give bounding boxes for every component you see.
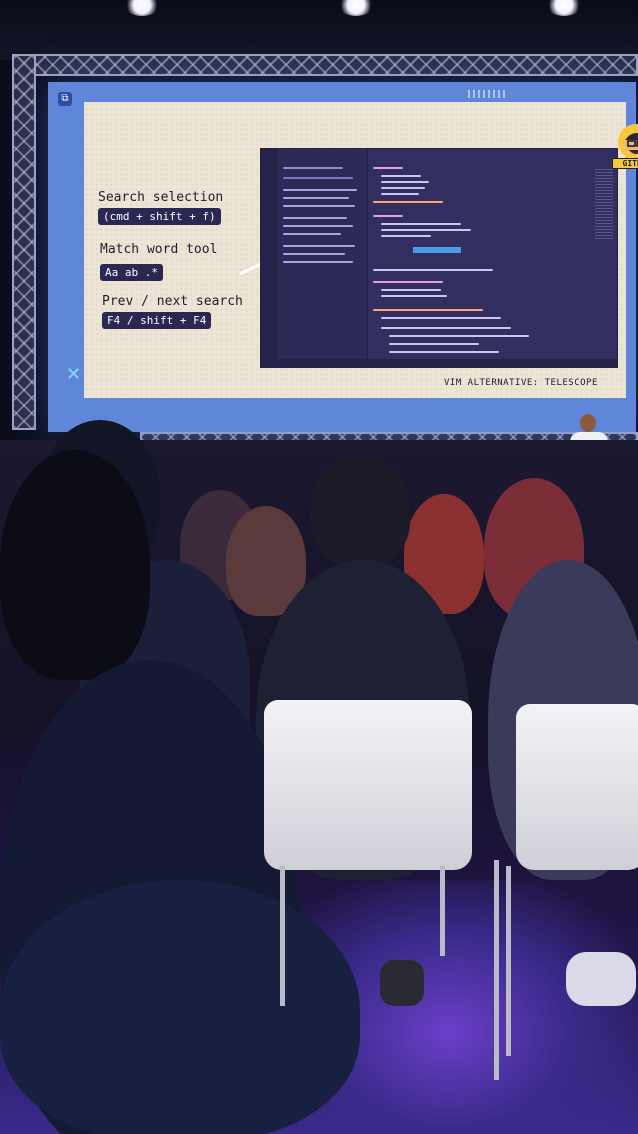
chair-leg <box>506 866 511 1056</box>
prev-next-keys: F4 / shift + F4 <box>102 312 212 329</box>
close-x-icon: ✕ <box>66 364 82 385</box>
shoe <box>380 960 424 1006</box>
chair-back <box>516 704 638 870</box>
screen-logo-icon: ⧉ <box>58 92 72 106</box>
projection-screen: ⧉ ✕ Search selection (cmd + shift + f) M… <box>48 82 638 432</box>
search-highlight <box>413 247 461 253</box>
editor-code <box>369 157 589 357</box>
slide: Search selection (cmd + shift + f) Match… <box>84 102 638 398</box>
audience-member-head <box>0 450 150 680</box>
audience-member-foreground <box>0 880 360 1134</box>
stage-light <box>546 0 582 16</box>
chair-back <box>264 700 472 870</box>
chair-leg <box>280 866 285 1006</box>
screen-dots <box>468 90 508 98</box>
stage-light <box>338 0 374 16</box>
search-selection-label: Search selection <box>98 190 224 205</box>
editor-window <box>260 148 618 368</box>
match-word-icons: Aa ab .* <box>100 264 163 281</box>
ceiling <box>0 0 638 60</box>
gitbar-avatar-icon <box>618 124 638 160</box>
search-selection-keys: (cmd + shift + f) <box>98 208 221 225</box>
conference-scene: ⧉ ✕ Search selection (cmd + shift + f) M… <box>0 0 638 1134</box>
top-truss <box>12 54 638 76</box>
sneaker <box>566 952 636 1006</box>
chair-leg <box>440 866 445 956</box>
slide-footer: VIM ALTERNATIVE: TELESCOPE <box>444 378 598 388</box>
chair-leg <box>494 860 499 1080</box>
gitbar-badge: GITBAR <box>612 124 638 174</box>
prev-next-label: Prev / next search <box>102 294 243 309</box>
left-truss <box>12 54 36 430</box>
stage-light <box>124 0 160 16</box>
match-word-label: Match word tool <box>100 242 218 257</box>
gitbar-badge-name: GITBAR <box>612 158 638 169</box>
audience-member-head <box>310 456 410 566</box>
editor-status-bar <box>261 359 617 367</box>
editor-activity-bar <box>261 149 277 367</box>
editor-minimap <box>595 169 613 239</box>
editor-search-panel <box>277 149 368 367</box>
